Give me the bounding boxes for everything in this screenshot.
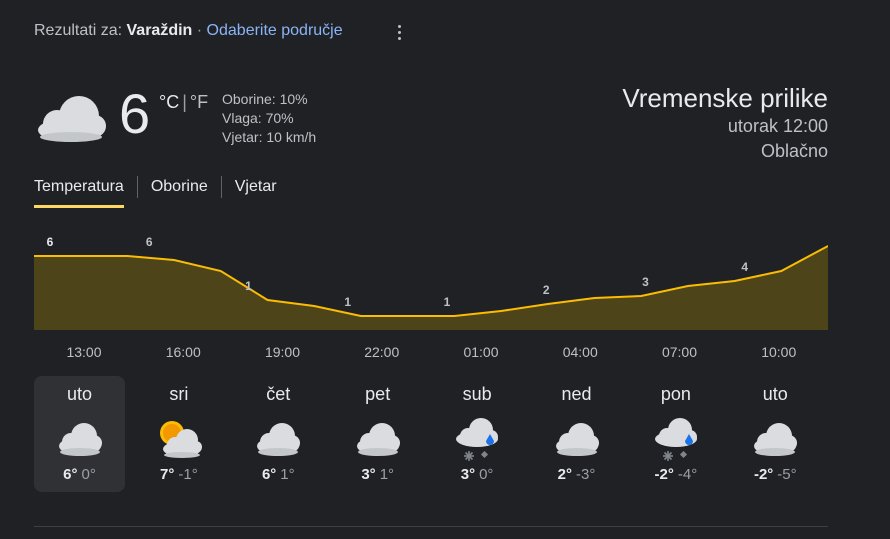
hour-label: 22:00 bbox=[364, 344, 400, 360]
day-high: 3° bbox=[361, 466, 376, 483]
day-item[interactable]: pet 3° 1° bbox=[332, 376, 423, 492]
chart-data-label: 4 bbox=[741, 260, 748, 274]
day-item[interactable]: čet 6° 1° bbox=[233, 376, 324, 492]
day-item[interactable]: sub 3° 0° bbox=[432, 376, 523, 492]
change-area-link[interactable]: Odaberite područje bbox=[207, 22, 343, 39]
header-separator: · bbox=[196, 22, 203, 39]
day-high: 6° bbox=[63, 466, 78, 483]
day-temperatures: 6° 0° bbox=[34, 466, 125, 483]
wind-text: Vjetar: 10 km/h bbox=[222, 129, 317, 145]
day-low: 0° bbox=[479, 466, 494, 483]
day-low: 0° bbox=[81, 466, 96, 483]
day-temperatures: 2° -3° bbox=[531, 466, 622, 483]
precipitation-text: Oborine: 10% bbox=[222, 91, 308, 107]
hour-label: 04:00 bbox=[562, 344, 598, 360]
hour-label: 19:00 bbox=[264, 344, 301, 360]
day-high: 2° bbox=[557, 466, 572, 483]
day-high: -2° bbox=[753, 466, 774, 483]
day-name: sri bbox=[169, 384, 189, 404]
day-low: 1° bbox=[280, 466, 295, 483]
day-item[interactable]: uto -2° -5° bbox=[730, 376, 821, 492]
results-prefix: Rezultati za: bbox=[34, 22, 123, 39]
day-name: sub bbox=[462, 384, 492, 404]
hour-label: 01:00 bbox=[463, 344, 499, 360]
day-temperatures: -2° -4° bbox=[630, 466, 721, 483]
tab-divider bbox=[220, 176, 222, 198]
day-name: ned bbox=[561, 384, 592, 404]
humidity-text: Vlaga: 70% bbox=[222, 110, 294, 126]
day-item[interactable]: uto 6° 0° bbox=[34, 376, 125, 492]
unit-switcher: °C | °F bbox=[159, 92, 208, 113]
day-name: čet bbox=[266, 384, 291, 404]
cloudy-icon bbox=[56, 418, 104, 462]
chart-data-label: 6 bbox=[47, 235, 54, 249]
hour-label: 13:00 bbox=[66, 344, 102, 360]
day-high: -2° bbox=[654, 466, 674, 483]
snow-rain-icon bbox=[453, 418, 501, 462]
cloudy-icon bbox=[553, 418, 601, 462]
day-high: 7° bbox=[160, 466, 175, 483]
day-high: 6° bbox=[261, 466, 277, 483]
summary-condition: Oblačno bbox=[760, 141, 828, 161]
hour-label: 16:00 bbox=[165, 344, 201, 360]
cloudy-icon bbox=[751, 418, 799, 462]
tab-wind[interactable]: Vjetar bbox=[235, 176, 277, 208]
current-temperature: 6 bbox=[119, 82, 151, 145]
more-options-icon[interactable] bbox=[392, 22, 406, 42]
unit-separator: | bbox=[182, 92, 187, 112]
day-low: -5° bbox=[777, 466, 797, 483]
partly-cloudy-icon bbox=[155, 418, 203, 462]
results-header: Rezultati za: Varaždin · Odaberite podru… bbox=[34, 22, 343, 40]
day-temperatures: -2° -5° bbox=[730, 466, 821, 483]
day-low: 1° bbox=[379, 466, 395, 483]
day-temperatures: 3° 0° bbox=[432, 466, 523, 483]
cloudy-icon bbox=[254, 418, 302, 462]
hour-labels: 13:00 16:00 19:00 22:00 01:00 04:00 07:00 10:00 bbox=[34, 344, 828, 364]
location-name: Varaždin bbox=[126, 22, 193, 39]
tab-temperature[interactable]: Temperatura bbox=[34, 176, 124, 208]
day-temperatures: 7° -1° bbox=[133, 466, 224, 483]
summary-datetime: utorak 12:00 bbox=[727, 116, 828, 136]
chart-data-label: 1 bbox=[344, 295, 351, 309]
day-name: pon bbox=[660, 384, 691, 404]
day-name: uto bbox=[66, 384, 93, 404]
day-high: 3° bbox=[460, 466, 476, 483]
chart-tabs: Temperatura Oborine Vjetar bbox=[34, 176, 277, 210]
cloudy-icon bbox=[354, 418, 402, 462]
day-low: -1° bbox=[178, 466, 198, 483]
chart-data-label: 1 bbox=[444, 295, 451, 309]
hour-label: 07:00 bbox=[661, 344, 698, 360]
summary-title: Vremenske prilike bbox=[622, 83, 828, 113]
snow-rain-icon bbox=[652, 418, 700, 462]
day-low: -3° bbox=[576, 466, 596, 483]
weather-details: Oborine: 10% Vlaga: 70% Vjetar: 10 km/h bbox=[222, 90, 316, 147]
temperature-chart: 6 6 1 1 1 2 3 4 bbox=[34, 235, 828, 330]
cloudy-icon bbox=[34, 92, 108, 144]
bottom-divider bbox=[34, 526, 828, 527]
chart-data-label: 6 bbox=[146, 235, 153, 249]
day-name: pet bbox=[365, 384, 391, 404]
unit-celsius[interactable]: °C bbox=[159, 92, 179, 112]
day-temperatures: 6° 1° bbox=[233, 466, 324, 483]
day-item[interactable]: pon -2° -4° bbox=[630, 376, 721, 492]
chart-data-label: 3 bbox=[642, 275, 649, 289]
chart-data-label: 1 bbox=[245, 279, 252, 293]
day-name: uto bbox=[762, 384, 788, 404]
tab-divider bbox=[136, 176, 138, 198]
unit-fahrenheit[interactable]: °F bbox=[190, 92, 208, 112]
day-temperatures: 3° 1° bbox=[332, 466, 423, 483]
day-item[interactable]: sri 7° -1° bbox=[133, 376, 224, 492]
day-low: -4° bbox=[677, 466, 698, 483]
daily-forecast: uto 6° 0° sri 7° -1° čet 6° 1° pet 3° 1° sub 3° 0° ned 2… bbox=[34, 376, 834, 492]
day-item[interactable]: ned 2° -3° bbox=[531, 376, 622, 492]
hour-label: 10:00 bbox=[761, 344, 797, 360]
chart-data-label: 2 bbox=[543, 283, 550, 297]
weather-summary: Vremenske prilike utorak 12:00 Oblačno bbox=[622, 82, 828, 164]
tab-precipitation[interactable]: Oborine bbox=[151, 176, 208, 208]
